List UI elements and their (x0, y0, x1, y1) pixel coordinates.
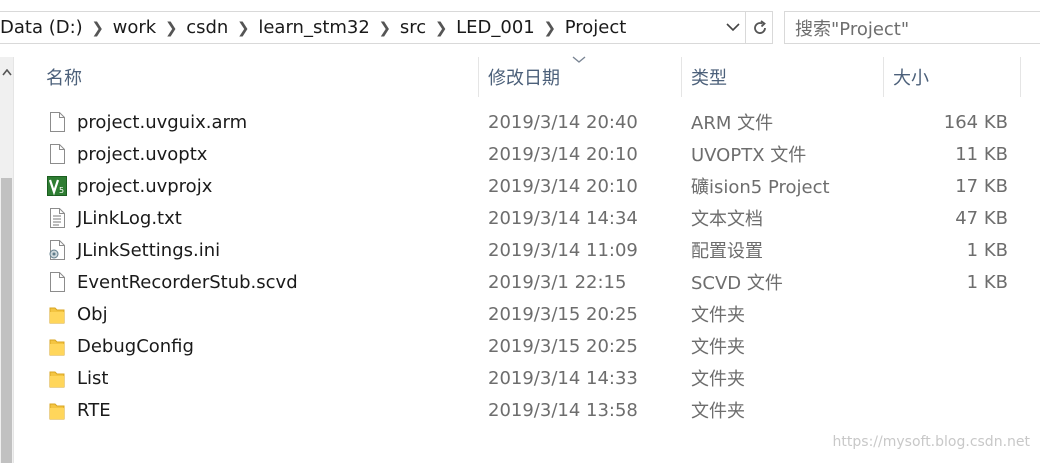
folder-row[interactable]: Obj 2019/3/15 20:25 文件夹 (14, 298, 1040, 330)
column-size-label: 大小 (893, 68, 929, 89)
column-date-label: 修改日期 (488, 68, 560, 89)
file-name: List (77, 367, 109, 389)
keil-project-icon: 5 (47, 176, 67, 196)
column-divider[interactable] (681, 57, 682, 97)
breadcrumb-item[interactable]: learn_stm32 (258, 17, 369, 38)
file-date: 2019/3/1 22:15 (488, 271, 627, 293)
file-icon (50, 112, 65, 132)
file-name: project.uvprojx (77, 175, 213, 197)
column-header-name[interactable]: 名称 (38, 57, 478, 97)
text-file-icon (50, 208, 65, 228)
folder-row[interactable]: DebugConfig 2019/3/15 20:25 文件夹 (14, 330, 1040, 362)
file-name: project.uvoptx (77, 143, 208, 165)
chevron-right-icon[interactable]: ❯ (156, 19, 186, 37)
file-date: 2019/3/14 20:40 (488, 111, 638, 133)
breadcrumb-item[interactable]: src (400, 17, 426, 38)
file-type: 文件夹 (691, 337, 745, 358)
file-row[interactable]: EventRecorderStub.scvd 2019/3/1 22:15 SC… (14, 266, 1040, 298)
file-size: 47 KB (955, 207, 1008, 229)
file-date: 2019/3/15 20:25 (488, 303, 638, 325)
watermark-text: https://mysoft.blog.csdn.net (832, 434, 1030, 450)
file-icon (50, 144, 65, 164)
folder-row[interactable]: List 2019/3/14 14:33 文件夹 (14, 362, 1040, 394)
file-name: project.uvguix.arm (77, 111, 248, 133)
column-header-size[interactable]: 大小 (885, 57, 1020, 97)
scroll-up-icon[interactable] (0, 62, 13, 82)
svg-text:5: 5 (59, 186, 64, 195)
file-name: EventRecorderStub.scvd (77, 271, 298, 293)
refresh-icon (753, 19, 766, 34)
file-row[interactable]: JLinkLog.txt 2019/3/14 14:34 文本文档 47 KB (14, 202, 1040, 234)
breadcrumb-item[interactable]: csdn (186, 17, 228, 38)
file-date: 2019/3/14 14:34 (488, 207, 638, 229)
file-size: 164 KB (943, 111, 1008, 133)
refresh-button[interactable] (745, 12, 773, 43)
file-date: 2019/3/14 20:10 (488, 143, 638, 165)
search-input[interactable]: 搜索"Project" (784, 11, 1040, 44)
breadcrumb-item[interactable]: Data (D:) (0, 17, 83, 38)
folder-icon (49, 307, 65, 324)
breadcrumb: Data (D:) ❯ work ❯ csdn ❯ learn_stm32 ❯ … (0, 12, 626, 43)
chevron-right-icon[interactable]: ❯ (426, 19, 456, 37)
file-type: 礦ision5 Project (691, 177, 830, 198)
file-date: 2019/3/14 20:10 (488, 175, 638, 197)
file-type: 文件夹 (691, 369, 745, 390)
file-row[interactable]: project.uvoptx 2019/3/14 20:10 UVOPTX 文件… (14, 138, 1040, 170)
file-size: 17 KB (955, 175, 1008, 197)
file-size: 11 KB (955, 143, 1008, 165)
file-date: 2019/3/14 11:09 (488, 239, 638, 261)
file-icon (50, 272, 65, 292)
folder-icon (49, 403, 65, 420)
file-date: 2019/3/14 13:58 (488, 399, 638, 421)
search-placeholder: 搜索"Project" (795, 18, 910, 40)
scrollbar-thumb[interactable] (1, 178, 12, 463)
file-size: 1 KB (966, 271, 1008, 293)
file-row[interactable]: JLinkSettings.ini 2019/3/14 11:09 配置设置 1… (14, 234, 1040, 266)
file-type: 配置设置 (691, 241, 763, 262)
chevron-down-icon (726, 23, 740, 32)
breadcrumb-item[interactable]: work (113, 17, 157, 38)
file-name: Obj (77, 303, 108, 325)
column-header-type[interactable]: 类型 (683, 57, 883, 97)
sort-indicator-icon (572, 56, 586, 63)
file-name: DebugConfig (77, 335, 194, 357)
address-bar[interactable]: Data (D:) ❯ work ❯ csdn ❯ learn_stm32 ❯ … (0, 11, 773, 44)
chevron-right-icon[interactable]: ❯ (228, 19, 258, 37)
file-date: 2019/3/14 14:33 (488, 367, 638, 389)
chevron-right-icon[interactable]: ❯ (83, 19, 113, 37)
file-type: ARM 文件 (691, 113, 774, 134)
file-name: JLinkLog.txt (77, 207, 182, 229)
file-type: SCVD 文件 (691, 273, 783, 294)
chevron-right-icon[interactable]: ❯ (535, 19, 565, 37)
settings-file-icon (49, 240, 65, 260)
column-header-row: 名称 修改日期 类型 大小 (14, 57, 1040, 97)
file-name: RTE (77, 399, 111, 421)
breadcrumb-item[interactable]: Project (565, 17, 627, 38)
file-type: 文件夹 (691, 401, 745, 422)
folder-icon (49, 339, 65, 356)
file-row[interactable]: 5 project.uvprojx 2019/3/14 20:10 礦ision… (14, 170, 1040, 202)
file-row[interactable]: project.uvguix.arm 2019/3/14 20:40 ARM 文… (14, 106, 1040, 138)
file-name: JLinkSettings.ini (77, 239, 221, 261)
column-divider[interactable] (1020, 57, 1021, 97)
file-date: 2019/3/15 20:25 (488, 335, 638, 357)
column-divider[interactable] (883, 57, 884, 97)
column-name-label: 名称 (46, 68, 82, 89)
address-history-dropdown[interactable] (721, 12, 745, 43)
file-size: 1 KB (966, 239, 1008, 261)
folder-row[interactable]: RTE 2019/3/14 13:58 文件夹 (14, 394, 1040, 426)
file-type: 文件夹 (691, 305, 745, 326)
file-type: UVOPTX 文件 (691, 145, 807, 166)
folder-icon (49, 371, 65, 388)
breadcrumb-item[interactable]: LED_001 (456, 17, 535, 38)
chevron-right-icon[interactable]: ❯ (370, 19, 400, 37)
file-type: 文本文档 (691, 209, 763, 230)
column-type-label: 类型 (691, 68, 727, 89)
column-divider[interactable] (478, 57, 479, 97)
